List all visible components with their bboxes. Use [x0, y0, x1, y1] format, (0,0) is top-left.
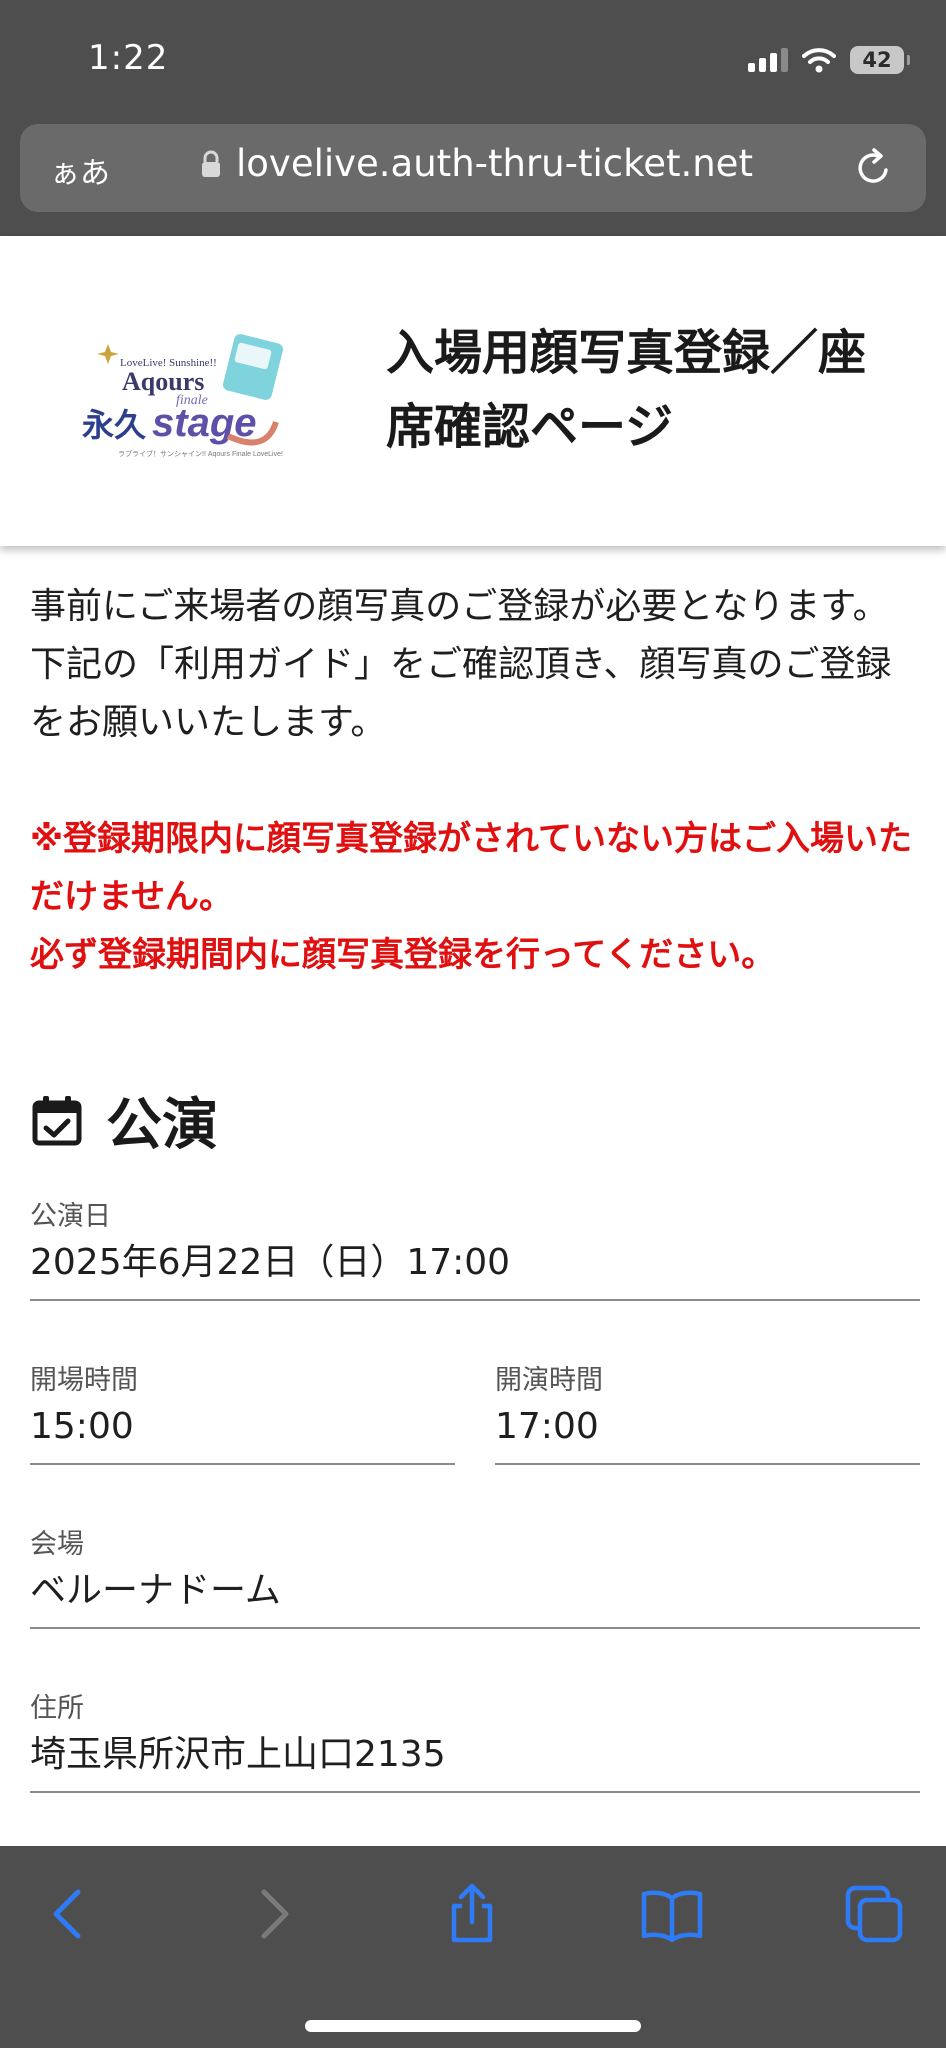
section-title: 公演	[106, 1093, 218, 1158]
cellular-signal-icon	[748, 48, 788, 72]
main-content: 事前にご来場者の顔写真のご登録が必要となります。 下記の「利用ガイド」をご確認頂…	[30, 578, 920, 1793]
performance-section-heading: 公演	[30, 1080, 920, 1161]
home-indicator[interactable]	[305, 2020, 641, 2032]
warning-text: ※登録期限内に顔写真登録がされていない方はご入場いただけません。 必ず登録期間内…	[30, 810, 920, 984]
address-label: 住所	[30, 1693, 84, 1724]
start-time-value: 17:00	[495, 1406, 599, 1447]
back-icon[interactable]	[38, 1882, 102, 1946]
page-header: LoveLive! Sunshine!! Aqours finale 永久 st…	[0, 236, 946, 546]
venue-field: 会場 ベルーナドーム	[30, 1525, 920, 1629]
start-time-label: 開演時間	[495, 1365, 603, 1396]
event-logo: LoveLive! Sunshine!! Aqours finale 永久 st…	[82, 334, 283, 458]
intro-text: 事前にご来場者の顔写真のご登録が必要となります。 下記の「利用ガイド」をご確認頂…	[30, 578, 920, 752]
warning-line-1: ※登録期限内に顔写真登録がされていない方はご入場いただけません。	[30, 819, 913, 917]
date-field: 公演日 2025年6月22日（日）17:00	[30, 1197, 920, 1301]
start-time-field: 開演時間 17:00	[495, 1361, 920, 1465]
address-value: 埼玉県所沢市上山口2135	[30, 1734, 446, 1775]
svg-text:Aqours: Aqours	[122, 367, 204, 396]
browser-toolbar	[0, 1846, 946, 2048]
venue-value: ベルーナドーム	[30, 1570, 281, 1611]
battery-icon: 42	[850, 46, 910, 74]
intro-line-2: 下記の「利用ガイド」をご確認頂き、顔写真のご登録をお願いいたします。	[30, 644, 892, 743]
calendar-check-icon	[32, 1095, 82, 1145]
share-icon[interactable]	[440, 1882, 504, 1946]
url-text: lovelive.auth-thru-ticket.net	[236, 142, 753, 185]
venue-label: 会場	[30, 1529, 84, 1560]
date-label: 公演日	[30, 1201, 111, 1232]
open-time-field: 開場時間 15:00	[30, 1361, 455, 1465]
page-title: 入場用顔写真登録／座席確認ページ	[386, 325, 867, 455]
reload-icon[interactable]	[852, 146, 896, 190]
open-time-label: 開場時間	[30, 1365, 138, 1396]
browser-top-chrome: 1:22 42 ぁあ lovelive.auth-thru-ticket.net	[0, 0, 946, 236]
lock-icon	[202, 150, 220, 177]
open-time-value: 15:00	[30, 1406, 134, 1447]
svg-text:ラブライブ！サンシャイン!! Aqours Finale L: ラブライブ！サンシャイン!! Aqours Finale LoveLive!	[118, 449, 283, 458]
tabs-icon[interactable]	[842, 1882, 906, 1946]
intro-line-1: 事前にご来場者の顔写真のご登録が必要となります。	[30, 586, 889, 627]
date-value: 2025年6月22日（日）17:00	[30, 1242, 511, 1283]
bookmarks-icon[interactable]	[640, 1882, 704, 1946]
url-display[interactable]: lovelive.auth-thru-ticket.net	[200, 142, 753, 185]
status-indicators: 42	[748, 42, 910, 78]
forward-icon[interactable]	[240, 1882, 304, 1946]
status-time: 1:22	[88, 38, 169, 78]
svg-text:永久: 永久	[82, 406, 146, 444]
wifi-icon	[802, 48, 836, 73]
page-settings-button[interactable]: ぁあ	[50, 148, 110, 192]
time-row: 開場時間 15:00 開演時間 17:00	[30, 1361, 920, 1465]
warning-line-2: 必ず登録期間内に顔写真登録を行ってください。	[30, 935, 776, 975]
address-bar[interactable]: ぁあ lovelive.auth-thru-ticket.net	[20, 124, 926, 212]
address-field: 住所 埼玉県所沢市上山口2135	[30, 1689, 920, 1793]
screen: 1:22 42 ぁあ lovelive.auth-thru-ticket.net	[0, 0, 946, 2048]
